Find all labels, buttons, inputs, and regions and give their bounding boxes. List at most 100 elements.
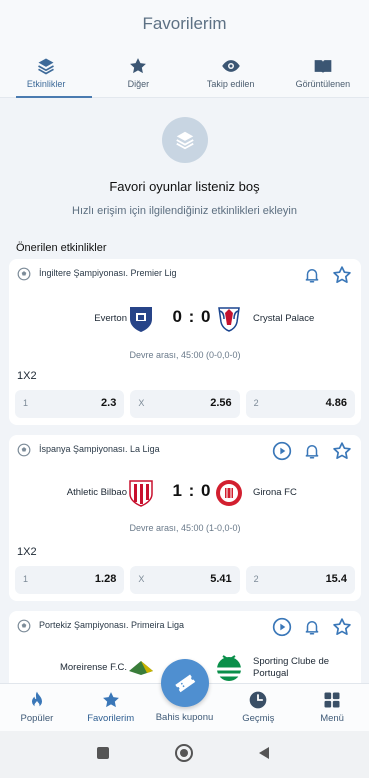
tab-followed[interactable]: Takip edilen xyxy=(185,56,277,98)
odd-label: 2 xyxy=(253,398,259,408)
layers-icon xyxy=(38,58,55,75)
event-card-header: İspanya Şampiyonası. La Liga xyxy=(9,435,361,465)
bell-icon xyxy=(305,269,319,283)
tab-label: Diğer xyxy=(127,79,150,89)
tab-events[interactable]: Etkinlikler xyxy=(0,56,93,98)
nav-favorites[interactable]: Favorilerim xyxy=(74,684,148,731)
home-team-name: Athletic Bilbao xyxy=(66,487,127,498)
recent-apps-icon[interactable] xyxy=(95,745,111,761)
match-status: Devre arası, 45:00 (0-0,0-0) xyxy=(129,350,241,360)
layers-icon xyxy=(176,131,194,150)
odd-button-draw[interactable]: X 5.41 xyxy=(130,566,240,594)
back-icon[interactable] xyxy=(256,745,272,761)
empty-state-title: Favori oyunlar listeniz boş xyxy=(109,179,260,194)
odd-label: 1 xyxy=(23,574,29,584)
tab-label: Görüntülenen xyxy=(295,79,351,89)
odd-label: 2 xyxy=(253,574,259,584)
odd-button-home[interactable]: 1 1.28 xyxy=(15,566,125,594)
away-team-name: Girona FC xyxy=(253,487,297,498)
away-team-crest-icon xyxy=(217,655,241,681)
suggested-events-heading: Önerilen etkinlikler xyxy=(16,242,107,254)
league-name: İngiltere Şampiyonası. Premier Lig xyxy=(39,268,177,278)
away-team-crest-icon xyxy=(218,307,240,332)
home-team-name: Moreirense F.C. xyxy=(59,662,127,673)
match-status: Devre arası, 45:00 (1-0,0-0) xyxy=(129,523,241,533)
nav-popular[interactable]: Popüler xyxy=(0,684,74,731)
empty-state-subtitle: Hızlı erişim için ilgilendiğiniz etkinli… xyxy=(72,205,297,217)
system-navigation-bar xyxy=(0,731,369,778)
bell-icon xyxy=(305,445,319,459)
home-icon[interactable] xyxy=(174,743,194,763)
ticket-icon xyxy=(175,674,196,693)
star-icon xyxy=(130,58,147,74)
odd-value: 2.3 xyxy=(101,397,117,409)
odd-button-away[interactable]: 2 4.86 xyxy=(245,390,355,418)
odd-value: 4.86 xyxy=(325,397,347,409)
odd-value: 15.4 xyxy=(325,573,347,585)
book-icon xyxy=(314,60,332,73)
market-label: 1X2 xyxy=(17,546,37,558)
play-icon xyxy=(272,441,292,461)
football-icon xyxy=(17,443,31,457)
grid-icon xyxy=(324,692,340,708)
live-stream-button[interactable] xyxy=(271,616,293,638)
tab-label: Takip edilen xyxy=(206,79,255,89)
event-card[interactable]: İspanya Şampiyonası. La Liga Athletic Bi… xyxy=(9,435,361,601)
tab-viewed[interactable]: Görüntülenen xyxy=(277,56,369,98)
away-team-name: Crystal Palace xyxy=(253,313,315,324)
nav-history[interactable]: Geçmiş xyxy=(221,684,295,731)
event-card[interactable]: İngiltere Şampiyonası. Premier Lig Evert… xyxy=(9,259,361,425)
football-icon xyxy=(17,619,31,633)
odd-value: 5.41 xyxy=(210,573,232,585)
league-name: Portekiz Şampiyonası. Primeira Liga xyxy=(39,620,185,630)
notification-button[interactable] xyxy=(301,616,323,638)
header: Favorilerim Etkinlikler Diğer Takip edil… xyxy=(0,0,369,98)
odd-button-home[interactable]: 1 2.3 xyxy=(15,390,125,418)
clock-icon xyxy=(249,691,267,709)
empty-state-icon xyxy=(162,117,208,163)
league-name: İspanya Şampiyonası. La Liga xyxy=(39,444,160,454)
notification-button[interactable] xyxy=(301,440,323,462)
bet-slip-label: Bahis kuponu xyxy=(155,712,214,723)
match-row: Everton 0 : 0 Crystal Palace xyxy=(9,302,361,338)
event-card-header: İngiltere Şampiyonası. Premier Lig xyxy=(9,259,361,289)
live-stream-button[interactable] xyxy=(271,440,293,462)
favorite-button[interactable] xyxy=(331,616,353,638)
favorite-button[interactable] xyxy=(331,264,353,286)
odd-label: X xyxy=(138,398,145,408)
home-team-name: Everton xyxy=(94,313,127,324)
flame-icon xyxy=(31,691,42,708)
odds-row: 1 1.28 X 5.41 2 15.4 xyxy=(15,566,355,594)
page-title: Favorilerim xyxy=(142,14,227,33)
star-outline-icon xyxy=(333,618,351,635)
odd-value: 2.56 xyxy=(210,397,232,409)
tab-other[interactable]: Diğer xyxy=(92,56,184,98)
star-outline-icon xyxy=(333,266,351,283)
home-team-crest-icon xyxy=(129,661,153,675)
football-icon xyxy=(17,267,31,281)
bet-slip-button[interactable] xyxy=(161,659,209,707)
nav-menu[interactable]: Menü xyxy=(295,684,369,731)
event-card-header: Portekiz Şampiyonası. Primeira Liga xyxy=(9,611,361,641)
home-team-crest-icon xyxy=(129,480,153,507)
score: 0 : 0 xyxy=(172,307,212,326)
play-icon xyxy=(272,617,292,637)
away-team-name: Sporting Clube de Portugal xyxy=(253,656,330,679)
match-row: Athletic Bilbao 1 : 0 Girona FC xyxy=(9,476,361,512)
score: 1 : 0 xyxy=(172,481,212,500)
notification-button[interactable] xyxy=(301,264,323,286)
odd-label: X xyxy=(138,574,145,584)
away-team-crest-icon xyxy=(216,480,242,506)
star-icon xyxy=(102,692,119,708)
tab-bar: Etkinlikler Diğer Takip edilen Görüntüle… xyxy=(0,56,369,98)
odd-button-away[interactable]: 2 15.4 xyxy=(245,566,355,594)
bell-icon xyxy=(305,621,319,635)
market-label: 1X2 xyxy=(17,370,37,382)
home-team-crest-icon xyxy=(130,307,152,332)
odd-value: 1.28 xyxy=(94,573,117,585)
odd-button-draw[interactable]: X 2.56 xyxy=(130,390,240,418)
star-outline-icon xyxy=(333,442,351,459)
eye-icon xyxy=(221,60,240,72)
odd-label: 1 xyxy=(23,398,29,408)
favorite-button[interactable] xyxy=(331,440,353,462)
